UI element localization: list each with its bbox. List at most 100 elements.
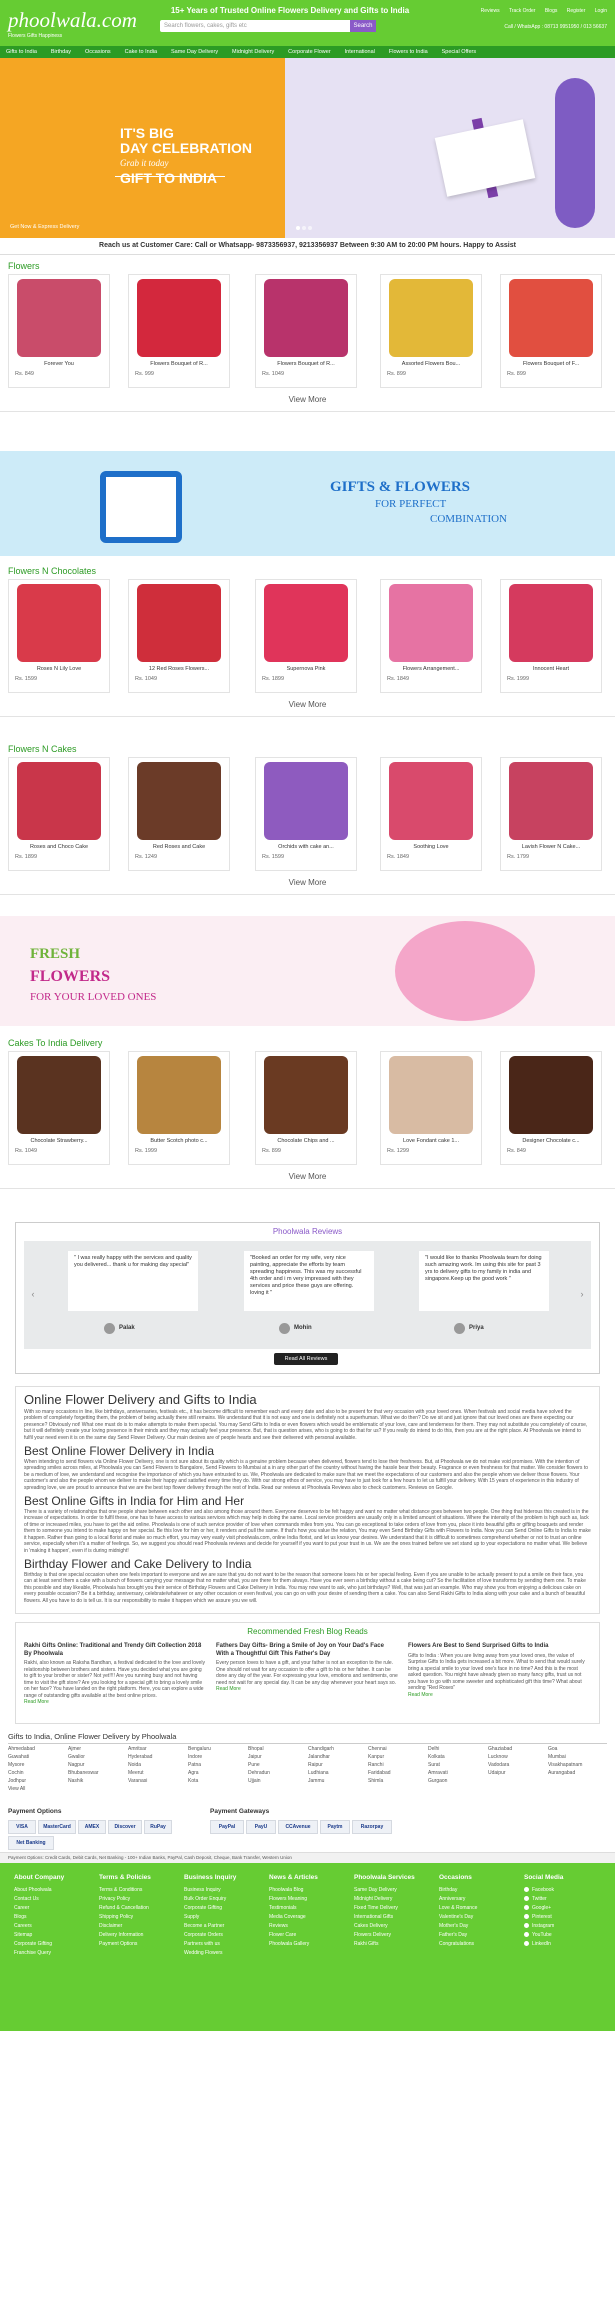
read-more-link[interactable]: Read More [24,1699,206,1706]
footer-link[interactable]: Terms & Conditions [99,1886,179,1895]
city-link[interactable]: Lucknow [488,1754,508,1760]
city-link[interactable]: Aurangabad [548,1770,575,1776]
city-link[interactable]: Delhi [428,1746,439,1752]
footer-link[interactable]: Phoolwala Gallery [269,1940,349,1949]
blog-post[interactable]: Fathers Day Gifts- Bring a Smile of Joy … [216,1643,398,1693]
read-more-link[interactable]: Read More [216,1686,398,1693]
view-more-link[interactable]: View More [0,694,615,717]
footer-link[interactable]: Rakhi Gifts [354,1940,434,1949]
search-button[interactable]: Search [350,20,376,32]
chevron-left-icon[interactable]: ‹ [28,1289,38,1299]
footer-link[interactable]: Become a Partner [184,1922,264,1931]
city-link[interactable]: Dehradun [248,1770,270,1776]
footer-link[interactable]: Facebook [524,1886,604,1895]
city-link[interactable]: Kota [188,1778,198,1784]
city-link[interactable]: Gwalior [68,1754,85,1760]
city-link[interactable]: Shimla [368,1778,383,1784]
logo[interactable]: phoolwala.com Flowers Gifts Happiness [8,8,137,48]
product-card[interactable]: Roses N Lily Love Rs. 1599 [8,579,110,693]
footer-link[interactable]: YouTube [524,1931,604,1940]
footer-link[interactable]: Twitter [524,1895,604,1904]
blog-post[interactable]: Flowers Are Best to Send Surprised Gifts… [408,1643,590,1698]
youtube-icon[interactable] [524,1932,529,1938]
google-icon[interactable] [524,1905,529,1911]
city-link[interactable]: Cochin [8,1770,24,1776]
search-input[interactable]: Search flowers, cakes, gifts etc [160,20,375,32]
nav-item[interactable]: Birthday [51,46,71,58]
city-link[interactable]: Chandigarh [308,1746,334,1752]
city-link[interactable]: Bengaluru [188,1746,211,1752]
city-link[interactable]: Surat [428,1762,440,1768]
footer-link[interactable]: Shipping Policy [99,1913,179,1922]
product-card[interactable]: Flowers Arrangement... Rs. 1849 [380,579,482,693]
top-link-register[interactable]: Register [567,8,586,14]
city-link[interactable]: Nashik [68,1778,83,1784]
city-link[interactable]: Indore [188,1754,202,1760]
footer-link[interactable]: Midnight Delivery [354,1895,434,1904]
product-card[interactable]: Innocent Heart Rs. 1999 [500,579,602,693]
pinterest-icon[interactable] [524,1914,529,1920]
footer-link[interactable]: Anniversary [439,1895,519,1904]
footer-link[interactable]: Corporate Gifting [14,1940,94,1949]
product-card[interactable]: Chocolate Chips and ... Rs. 899 [255,1051,357,1165]
city-link[interactable]: Visakhapatnam [548,1762,582,1768]
city-link[interactable]: Raipur [308,1762,323,1768]
footer-link[interactable]: Partners with us [184,1940,264,1949]
city-link[interactable]: Jaipur [248,1754,262,1760]
top-link-track-order[interactable]: Track Order [509,8,535,14]
top-link-reviews[interactable]: Reviews [481,8,500,14]
hero-banner[interactable]: IT'S BIG DAY CELEBRATION Grab it today G… [0,58,615,238]
footer-link[interactable]: LinkedIn [524,1940,604,1949]
nav-item[interactable]: Flowers to India [389,46,428,58]
footer-link[interactable]: Valentine's Day [439,1913,519,1922]
city-link[interactable]: Amritsar [128,1746,147,1752]
city-link[interactable]: Mysore [8,1762,24,1768]
footer-link[interactable]: Father's Day [439,1931,519,1940]
footer-link[interactable]: Flower Care [269,1931,349,1940]
footer-link[interactable]: Corporate Orders [184,1931,264,1940]
top-link-login[interactable]: Login [595,8,607,14]
footer-link[interactable]: Wedding Flowers [184,1949,264,1958]
nav-item[interactable]: Occasions [85,46,111,58]
product-card[interactable]: Supernova Pink Rs. 1899 [255,579,357,693]
product-card[interactable]: Forever You Rs. 849 [8,274,110,388]
city-link[interactable]: Amravati [428,1770,448,1776]
city-link[interactable]: Guwahati [8,1754,29,1760]
footer-link[interactable]: Sitemap [14,1931,94,1940]
footer-link[interactable]: Contact Us [14,1895,94,1904]
product-card[interactable]: 12 Red Roses Flowers... Rs. 1049 [128,579,230,693]
top-link-blogs[interactable]: Blogs [545,8,558,14]
city-link[interactable]: Bhubaneswar [68,1770,99,1776]
carousel-dot[interactable] [308,226,312,230]
linkedin-icon[interactable] [524,1941,529,1947]
city-link[interactable]: Pune [248,1762,260,1768]
city-link[interactable]: Mumbai [548,1754,566,1760]
footer-link[interactable]: Business Inquiry [184,1886,264,1895]
blog-post-title[interactable]: Fathers Day Gifts- Bring a Smile of Joy … [216,1643,398,1658]
footer-link[interactable]: Media Coverage [269,1913,349,1922]
blog-post-title[interactable]: Flowers Are Best to Send Surprised Gifts… [408,1643,590,1651]
product-card[interactable]: Love Fondant cake 1... Rs. 1299 [380,1051,482,1165]
view-all-cities-link[interactable]: View All [8,1786,25,1792]
footer-link[interactable]: Pinterest [524,1913,604,1922]
city-link[interactable]: Ajmer [68,1746,81,1752]
city-link[interactable]: Ahmedabad [8,1746,35,1752]
footer-link[interactable]: Privacy Policy [99,1895,179,1904]
carousel-dots[interactable] [295,225,313,232]
product-card[interactable]: Red Roses and Cake Rs. 1249 [128,757,230,871]
footer-link[interactable]: Career [14,1904,94,1913]
footer-link[interactable]: About Phoolwala [14,1886,94,1895]
nav-item[interactable]: Cake to India [125,46,157,58]
city-link[interactable]: Jammu [308,1778,324,1784]
footer-link[interactable]: Blogs [14,1913,94,1922]
footer-link[interactable]: Delivery Information [99,1931,179,1940]
view-more-link[interactable]: View More [0,872,615,895]
footer-link[interactable]: Phoolwala Blog [269,1886,349,1895]
city-link[interactable]: Noida [128,1762,141,1768]
city-link[interactable]: Jalandhar [308,1754,330,1760]
footer-link[interactable]: Birthday [439,1886,519,1895]
blog-post-title[interactable]: Rakhi Gifts Online: Traditional and Tren… [24,1643,206,1658]
city-link[interactable]: Bhopal [248,1746,264,1752]
city-link[interactable]: Chennai [368,1746,387,1752]
footer-link[interactable]: Love & Romance [439,1904,519,1913]
